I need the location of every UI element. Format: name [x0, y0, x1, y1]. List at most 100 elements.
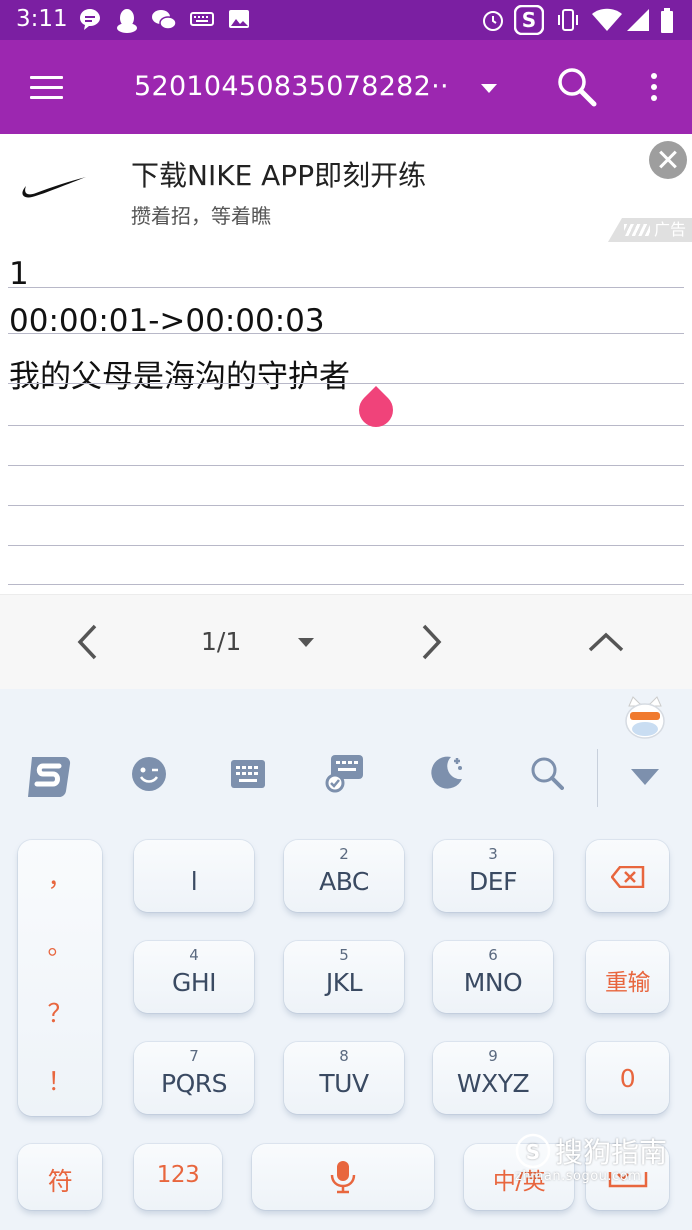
rule-line: [8, 466, 684, 506]
key-label: 重输: [605, 970, 651, 996]
page-indicator[interactable]: 1/1: [201, 627, 241, 656]
collapse-icon[interactable]: [630, 768, 660, 786]
ad-badge: 广告: [608, 218, 692, 242]
sogou-keyboard: ， 。 ？ ！ l 2 ABC 3 DEF 4 GHI 5 JKL 6 MNO …: [0, 689, 692, 1230]
reinput-button[interactable]: 重输: [586, 941, 669, 1013]
punct-question[interactable]: ？: [18, 994, 102, 1030]
ad-close-icon[interactable]: [649, 141, 687, 179]
ad-badge-label: 广告: [654, 220, 687, 239]
mascot-icon[interactable]: [624, 696, 666, 740]
rule-line: [8, 506, 684, 546]
rule-line: [8, 242, 684, 288]
key-number: 9: [488, 1047, 498, 1065]
key-label: 符: [47, 1167, 73, 1196]
backspace-button[interactable]: [586, 840, 669, 912]
more-options-icon[interactable]: [651, 73, 657, 106]
title-dropdown-icon[interactable]: [481, 84, 497, 93]
keyboard-icon[interactable]: [230, 759, 266, 789]
subtitle-editor[interactable]: 1 00:00:01->00:00:03 我的父母是海沟的守护者: [0, 242, 692, 594]
sogou-s-icon: S: [514, 5, 544, 35]
rule-line: [8, 384, 684, 426]
key-9[interactable]: 9 WXYZ: [433, 1042, 553, 1114]
key-number: 8: [339, 1047, 349, 1065]
rule-line: [8, 288, 684, 334]
signal-icon: [627, 9, 649, 31]
key-label: 0: [619, 1064, 636, 1093]
key-label: l: [190, 867, 198, 896]
rule-line: [8, 426, 684, 466]
status-bar: 3:11 S: [0, 0, 692, 40]
key-number: 2: [339, 845, 349, 863]
punctuation-column[interactable]: ， 。 ？ ！: [18, 840, 102, 1116]
battery-icon: [661, 8, 673, 33]
watermark-text: 搜狗指南: [555, 1136, 668, 1169]
rule-line: [8, 334, 684, 384]
qq-icon: [117, 9, 137, 33]
svg-text:S: S: [526, 1140, 540, 1164]
punct-period[interactable]: 。: [18, 926, 102, 962]
rule-line: [8, 546, 684, 585]
page-dropdown-icon[interactable]: [298, 638, 314, 647]
key-number: 4: [189, 946, 199, 964]
emoji-icon[interactable]: [131, 756, 167, 792]
key-3[interactable]: 3 DEF: [433, 840, 553, 912]
key-label: JKL: [325, 968, 363, 997]
image-icon: [229, 10, 249, 28]
key-label: PQRS: [161, 1069, 228, 1098]
key-2[interactable]: 2 ABC: [284, 840, 404, 912]
symbols-button[interactable]: 符: [18, 1144, 102, 1210]
punct-exclaim[interactable]: ！: [18, 1062, 102, 1098]
key-number: 3: [488, 845, 498, 863]
keyboard-icon: [190, 12, 214, 26]
space-voice-button[interactable]: [252, 1144, 434, 1210]
ad-banner[interactable]: 下载NIKE APP即刻开练 攒着招，等着瞧 广告: [0, 134, 692, 242]
watermark-url: zhinan.sogou.com: [515, 1169, 642, 1184]
chevron-up-icon[interactable]: [588, 631, 624, 653]
key-label: WXYZ: [456, 1069, 530, 1098]
nike-swoosh-icon: [22, 177, 86, 198]
ad-subtitle: 攒着招，等着瞧: [131, 204, 271, 228]
key-8[interactable]: 8 TUV: [284, 1042, 404, 1114]
wifi-icon: [592, 8, 622, 31]
key-label: TUV: [319, 1069, 369, 1098]
vibrate-icon: [558, 9, 578, 31]
key-4[interactable]: 4 GHI: [134, 941, 254, 1013]
alarm-icon: [483, 11, 503, 31]
menu-icon[interactable]: [30, 76, 64, 100]
key-number: 7: [189, 1047, 199, 1065]
key-0[interactable]: 0: [586, 1042, 669, 1114]
key-label: MNO: [463, 968, 523, 997]
toolbar-divider: [597, 749, 598, 807]
game-keyboard-icon[interactable]: [325, 753, 365, 793]
key-number: 6: [488, 946, 498, 964]
status-time: 3:11: [16, 6, 68, 32]
ad-title: 下载NIKE APP即刻开练: [131, 159, 427, 192]
chevron-left-icon[interactable]: [76, 624, 98, 660]
chevron-right-icon[interactable]: [421, 624, 443, 660]
key-7[interactable]: 7 PQRS: [134, 1042, 254, 1114]
numbers-button[interactable]: 123: [134, 1144, 222, 1210]
file-title[interactable]: 52010450835078282··: [134, 71, 449, 102]
page-navigator: 1/1: [0, 594, 692, 689]
key-1[interactable]: l: [134, 840, 254, 912]
wechat-icon: [152, 10, 177, 30]
keyboard-toolbar: [0, 739, 692, 819]
key-label: DEF: [469, 867, 517, 896]
search-icon[interactable]: [556, 66, 598, 108]
night-mode-icon[interactable]: [429, 754, 465, 790]
key-label: 123: [156, 1162, 200, 1188]
svg-text:S: S: [522, 8, 536, 32]
key-number: 5: [339, 946, 349, 964]
search-icon[interactable]: [530, 756, 564, 790]
key-label: ABC: [319, 867, 369, 896]
punct-comma[interactable]: ，: [18, 858, 102, 894]
microphone-icon: [330, 1161, 356, 1194]
chat-bubble-icon: [80, 9, 100, 30]
sogou-logo-icon[interactable]: [24, 753, 74, 801]
key-5[interactable]: 5 JKL: [284, 941, 404, 1013]
key-6[interactable]: 6 MNO: [433, 941, 553, 1013]
key-label: GHI: [171, 968, 217, 997]
app-bar: 52010450835078282··: [0, 40, 692, 134]
sogou-watermark-icon: S: [515, 1133, 551, 1169]
backspace-icon: [611, 866, 645, 888]
